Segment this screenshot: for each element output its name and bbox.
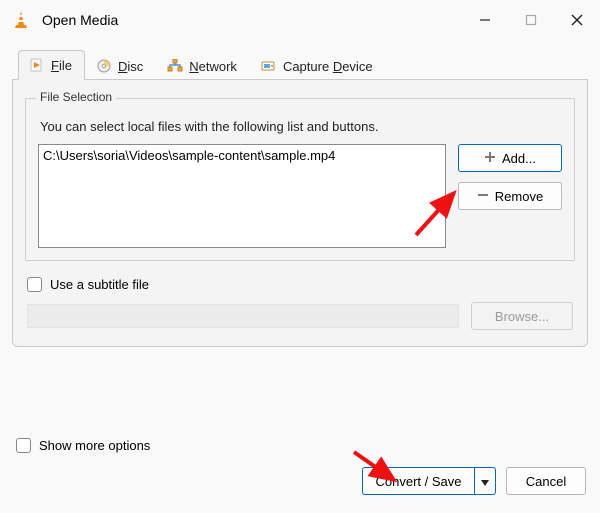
dialog-buttons: Convert / Save Cancel xyxy=(362,467,586,495)
button-label: Add... xyxy=(502,151,536,166)
browse-subtitle-button: Browse... xyxy=(471,302,573,330)
vlc-cone-icon xyxy=(10,9,32,31)
minus-icon xyxy=(477,189,489,204)
cancel-button[interactable]: Cancel xyxy=(506,467,586,495)
tab-capture-device[interactable]: Capture Device xyxy=(250,51,386,80)
subtitle-path-input xyxy=(27,304,459,328)
file-selection-group: File Selection You can select local file… xyxy=(25,98,575,261)
file-list[interactable]: C:\Users\soria\Videos\sample-content\sam… xyxy=(38,144,446,248)
window-buttons xyxy=(462,4,600,36)
group-legend: File Selection xyxy=(36,90,116,104)
button-label: Convert / Save xyxy=(376,474,462,489)
subtitle-checkbox[interactable] xyxy=(27,277,42,292)
minimize-button[interactable] xyxy=(462,4,508,36)
show-more-label: Show more options xyxy=(39,438,150,453)
tab-network[interactable]: Network xyxy=(156,51,250,80)
file-list-item[interactable]: C:\Users\soria\Videos\sample-content\sam… xyxy=(43,148,441,163)
tab-label: Network xyxy=(189,59,237,74)
chevron-down-icon xyxy=(481,474,489,489)
disc-icon xyxy=(96,58,112,74)
subtitle-row: Use a subtitle file xyxy=(27,277,575,292)
button-label: Browse... xyxy=(495,309,549,324)
title-bar: Open Media xyxy=(0,0,600,40)
maximize-button[interactable] xyxy=(508,4,554,36)
subtitle-label: Use a subtitle file xyxy=(50,277,149,292)
close-button[interactable] xyxy=(554,4,600,36)
tab-label: File xyxy=(51,58,72,73)
convert-save-splitbutton: Convert / Save xyxy=(362,467,496,495)
show-more-options[interactable]: Show more options xyxy=(16,438,150,453)
tab-file[interactable]: File xyxy=(18,50,85,80)
window-title: Open Media xyxy=(42,12,118,28)
convert-save-dropdown[interactable] xyxy=(474,467,496,495)
network-icon xyxy=(167,58,183,74)
tab-label: Disc xyxy=(118,59,143,74)
tab-label: Capture Device xyxy=(283,59,373,74)
add-button[interactable]: Add... xyxy=(458,144,562,172)
convert-save-button[interactable]: Convert / Save xyxy=(362,467,474,495)
file-selection-hint: You can select local files with the foll… xyxy=(40,119,562,134)
remove-button[interactable]: Remove xyxy=(458,182,562,210)
show-more-checkbox[interactable] xyxy=(16,438,31,453)
dialog-content: File Disc Network Capture Device File Se… xyxy=(0,40,600,347)
button-label: Remove xyxy=(495,189,543,204)
capture-device-icon xyxy=(261,58,277,74)
tab-disc[interactable]: Disc xyxy=(85,51,156,80)
tab-panel-file: File Selection You can select local file… xyxy=(12,80,588,347)
button-label: Cancel xyxy=(526,474,566,489)
plus-icon xyxy=(484,151,496,166)
tab-strip: File Disc Network Capture Device xyxy=(12,46,588,80)
file-icon xyxy=(29,57,45,73)
